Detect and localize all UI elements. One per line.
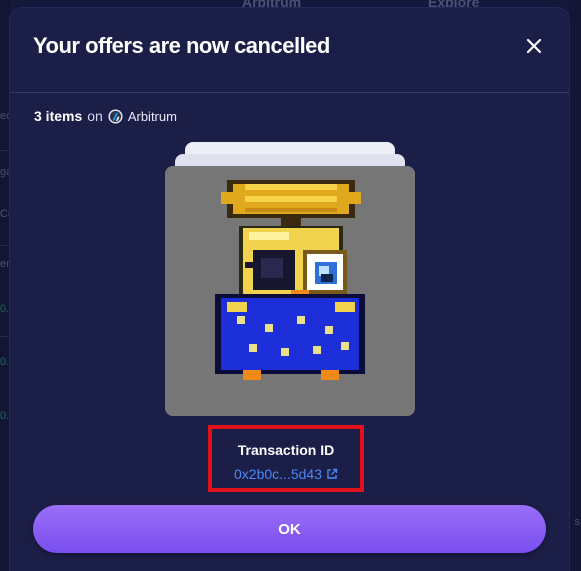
background-fragment: s bbox=[574, 516, 581, 528]
transaction-id-highlight: Transaction ID 0x2b0c...5d43 bbox=[208, 425, 364, 492]
chain-name: Arbitrum bbox=[127, 108, 177, 124]
items-summary: 3 items on Arbitrum bbox=[34, 108, 177, 124]
transaction-id-value: 0x2b0c...5d43 bbox=[234, 466, 322, 482]
external-link-icon bbox=[327, 468, 338, 479]
close-icon bbox=[526, 38, 542, 54]
ok-button[interactable]: OK bbox=[33, 505, 546, 553]
header-divider bbox=[10, 92, 569, 93]
background-left-panel: ec ga Co er 0.0 0.0 0.0 bbox=[0, 0, 15, 571]
background-divider bbox=[0, 336, 10, 337]
background-divider bbox=[0, 150, 10, 151]
items-count: 3 items bbox=[34, 108, 83, 124]
background-divider bbox=[0, 245, 10, 246]
close-button[interactable] bbox=[520, 32, 548, 60]
nft-image bbox=[165, 166, 415, 416]
background-right-panel: s bbox=[569, 0, 581, 571]
background-fragment: er bbox=[0, 258, 10, 270]
modal-title: Your offers are now cancelled bbox=[33, 33, 330, 58]
transaction-id-label: Transaction ID bbox=[237, 442, 335, 458]
arbitrum-logo-icon bbox=[108, 108, 123, 124]
items-on-text: on bbox=[87, 108, 103, 124]
transaction-id-link[interactable]: 0x2b0c...5d43 bbox=[212, 466, 360, 482]
pixel-owl-artwork bbox=[165, 166, 415, 416]
cancel-offers-modal: Your offers are now cancelled 3 items on… bbox=[10, 8, 569, 571]
